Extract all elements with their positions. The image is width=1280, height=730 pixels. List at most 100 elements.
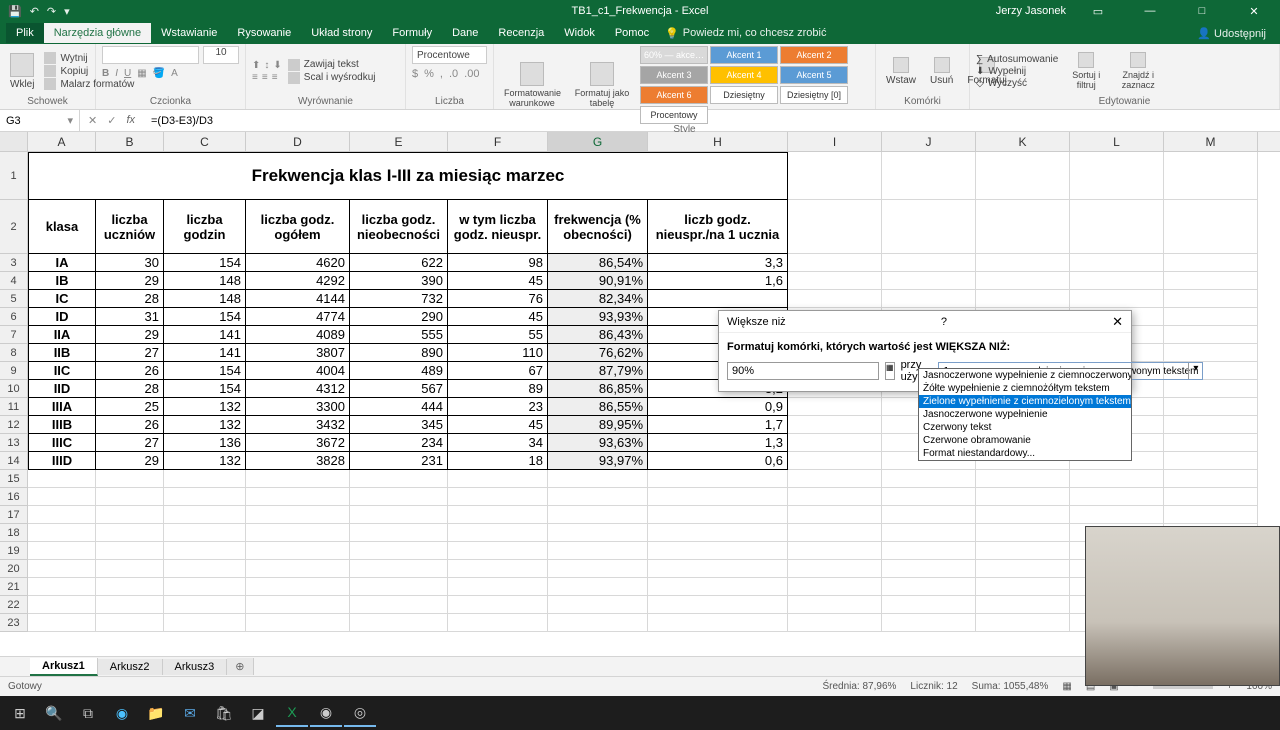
- cell[interactable]: [976, 470, 1070, 488]
- cell[interactable]: 18: [448, 452, 548, 470]
- cell[interactable]: 45: [448, 272, 548, 290]
- cell[interactable]: 154: [164, 308, 246, 326]
- cell[interactable]: [448, 470, 548, 488]
- cell[interactable]: [28, 506, 96, 524]
- cell[interactable]: [448, 560, 548, 578]
- cell[interactable]: [1164, 452, 1258, 470]
- threshold-input[interactable]: [727, 362, 879, 380]
- cell[interactable]: 29: [96, 452, 164, 470]
- cell[interactable]: 154: [164, 254, 246, 272]
- cell[interactable]: 345: [350, 416, 448, 434]
- cell[interactable]: 141: [164, 344, 246, 362]
- cell[interactable]: [350, 470, 448, 488]
- dropdown-option[interactable]: Jasnoczerwone wypełnienie z ciemnoczerwo…: [919, 369, 1131, 382]
- font-size-combo[interactable]: 10: [203, 46, 239, 64]
- table-header[interactable]: liczba godz. ogółem: [246, 200, 350, 254]
- dialog-close-icon[interactable]: ✕: [1112, 314, 1123, 330]
- cell[interactable]: [246, 596, 350, 614]
- cell[interactable]: 55: [448, 326, 548, 344]
- column-header[interactable]: L: [1070, 132, 1164, 151]
- cell[interactable]: 132: [164, 416, 246, 434]
- cell[interactable]: 31: [96, 308, 164, 326]
- tab-data[interactable]: Dane: [442, 23, 488, 43]
- row-header[interactable]: 1: [0, 152, 28, 200]
- user-name[interactable]: Jerzy Jasonek: [996, 5, 1066, 17]
- cell[interactable]: [788, 560, 882, 578]
- cell[interactable]: [1164, 506, 1258, 524]
- cell[interactable]: 93,97%: [548, 452, 648, 470]
- column-header[interactable]: C: [164, 132, 246, 151]
- cell[interactable]: 3432: [246, 416, 350, 434]
- cell[interactable]: 76: [448, 290, 548, 308]
- cell[interactable]: [882, 506, 976, 524]
- font-color-button[interactable]: A: [171, 68, 178, 79]
- cell[interactable]: 26: [96, 362, 164, 380]
- cell[interactable]: [96, 614, 164, 632]
- row-header[interactable]: 22: [0, 596, 28, 614]
- cell[interactable]: 28: [96, 290, 164, 308]
- wrap-text-button[interactable]: Zawijaj tekst: [288, 59, 376, 71]
- cell[interactable]: 136: [164, 434, 246, 452]
- cell[interactable]: [96, 488, 164, 506]
- task-view-icon[interactable]: ⧉: [72, 699, 104, 727]
- row-header[interactable]: 21: [0, 578, 28, 596]
- cell[interactable]: [882, 596, 976, 614]
- cell[interactable]: [350, 614, 448, 632]
- cell[interactable]: [1164, 344, 1258, 362]
- cell[interactable]: [246, 578, 350, 596]
- cell[interactable]: [788, 488, 882, 506]
- cell[interactable]: [350, 524, 448, 542]
- cell[interactable]: [96, 524, 164, 542]
- cell[interactable]: [648, 614, 788, 632]
- conditional-formatting-button[interactable]: Formatowanie warunkowe: [500, 60, 564, 110]
- range-picker-icon[interactable]: ▦: [885, 362, 895, 380]
- cell[interactable]: [788, 506, 882, 524]
- cell[interactable]: [976, 578, 1070, 596]
- cell[interactable]: [788, 254, 882, 272]
- cell[interactable]: IIB: [28, 344, 96, 362]
- cell[interactable]: [882, 614, 976, 632]
- cell[interactable]: [788, 200, 882, 254]
- cell[interactable]: 231: [350, 452, 448, 470]
- style-cell[interactable]: Akcent 6: [640, 86, 708, 104]
- cell[interactable]: 4004: [246, 362, 350, 380]
- cell[interactable]: ID: [28, 308, 96, 326]
- cell[interactable]: [788, 290, 882, 308]
- cell[interactable]: [1164, 308, 1258, 326]
- align-bottom-icon[interactable]: ⬇: [273, 60, 281, 71]
- cell[interactable]: 1,6: [648, 272, 788, 290]
- cell[interactable]: [1164, 416, 1258, 434]
- enter-formula-icon[interactable]: ✓: [107, 114, 116, 127]
- cell[interactable]: 29: [96, 326, 164, 344]
- row-header[interactable]: 12: [0, 416, 28, 434]
- cell[interactable]: [246, 542, 350, 560]
- share-button[interactable]: 👤 Udostępnij: [1197, 27, 1280, 40]
- border-button[interactable]: ▦: [137, 68, 146, 79]
- column-header[interactable]: D: [246, 132, 350, 151]
- tab-file[interactable]: Plik: [6, 23, 44, 43]
- cell[interactable]: [1070, 470, 1164, 488]
- cell[interactable]: 3300: [246, 398, 350, 416]
- cell[interactable]: 30: [96, 254, 164, 272]
- underline-button[interactable]: U: [124, 68, 131, 79]
- cell[interactable]: [788, 398, 882, 416]
- cell[interactable]: 3828: [246, 452, 350, 470]
- tab-draw[interactable]: Rysowanie: [227, 23, 301, 43]
- cell[interactable]: [1164, 200, 1258, 254]
- cell[interactable]: [96, 542, 164, 560]
- cell[interactable]: IIA: [28, 326, 96, 344]
- ribbon-options-icon[interactable]: ▭: [1078, 5, 1118, 18]
- cell[interactable]: [96, 470, 164, 488]
- cell[interactable]: [548, 596, 648, 614]
- merge-center-button[interactable]: Scal i wyśrodkuj: [288, 72, 376, 84]
- cell[interactable]: [28, 542, 96, 560]
- cell[interactable]: 4292: [246, 272, 350, 290]
- cell[interactable]: [882, 200, 976, 254]
- bold-button[interactable]: B: [102, 68, 109, 79]
- row-header[interactable]: 13: [0, 434, 28, 452]
- percent-icon[interactable]: %: [424, 68, 434, 80]
- cell[interactable]: 148: [164, 290, 246, 308]
- maximize-icon[interactable]: □: [1182, 5, 1222, 17]
- add-sheet-button[interactable]: ⊕: [227, 658, 253, 675]
- cell[interactable]: [164, 488, 246, 506]
